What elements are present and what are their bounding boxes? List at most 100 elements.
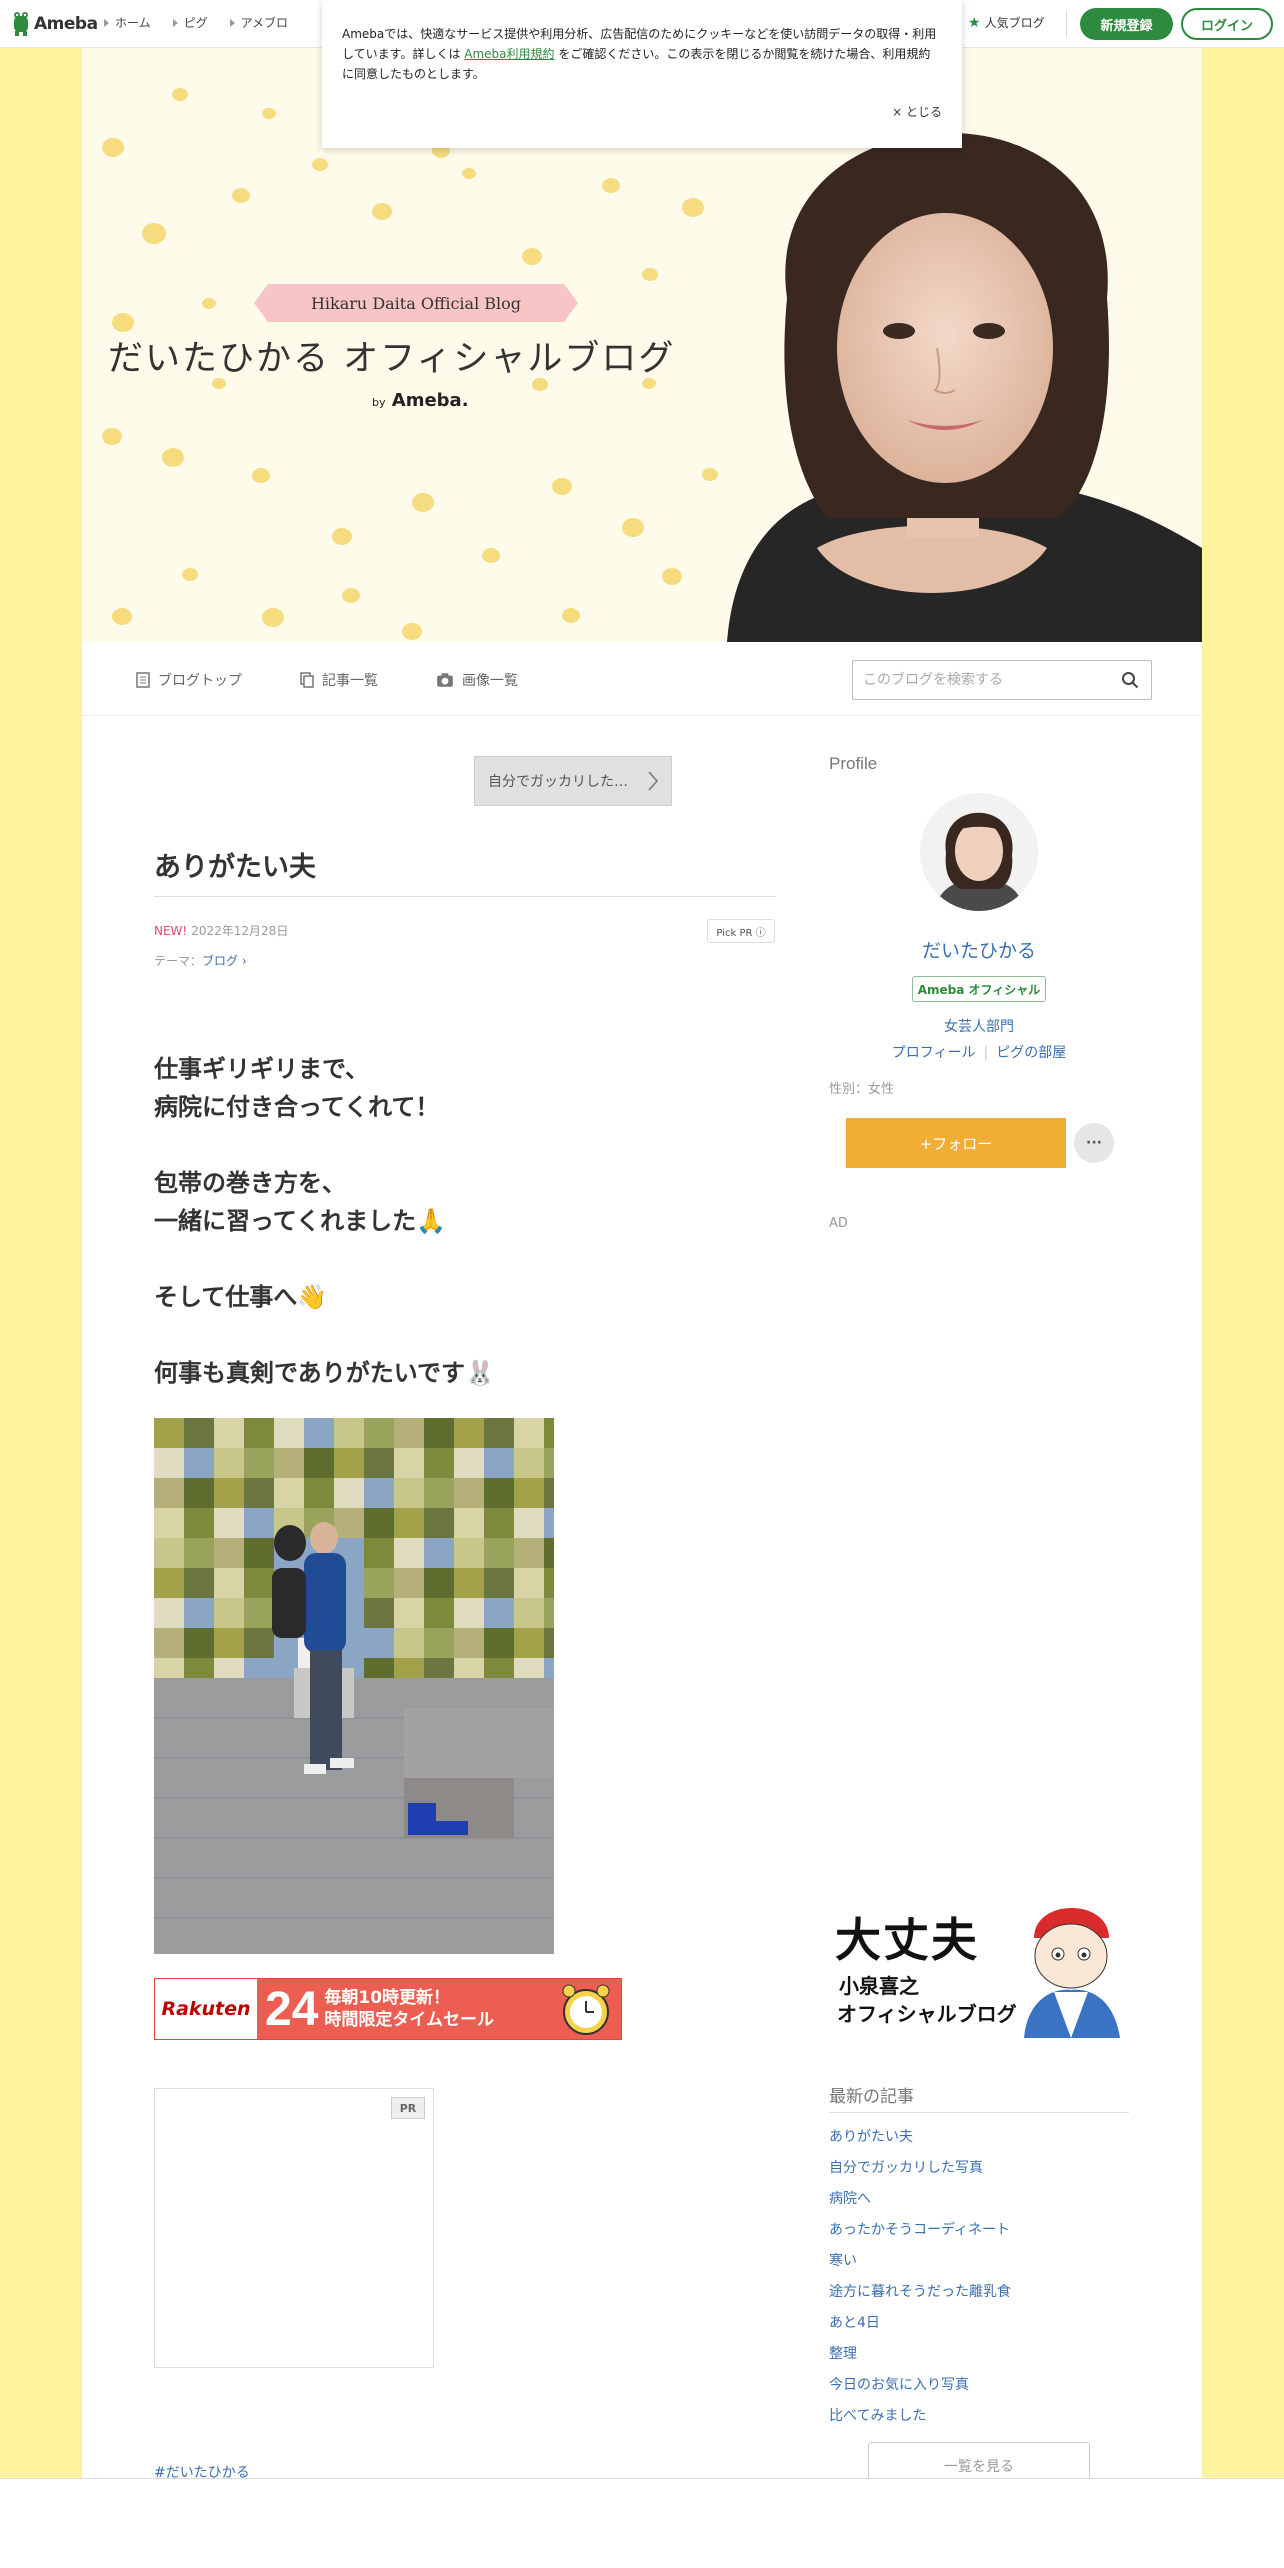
photo-mosaic-block: [304, 1418, 334, 1448]
photo-mosaic-block: [184, 1448, 214, 1478]
entry-line-gap: [154, 1126, 776, 1164]
photo-mosaic-block: [154, 1628, 184, 1658]
cookie-close-button[interactable]: × とじる: [892, 102, 942, 122]
entry-line: 病院に付き合ってくれて！: [154, 1093, 440, 1121]
pig-room-link[interactable]: ピグの部屋: [996, 1045, 1066, 1061]
photo-mosaic-block: [484, 1568, 514, 1598]
rakuten-logo: Rakuten: [155, 1979, 257, 2039]
photo-mosaic-block: [454, 1418, 484, 1448]
photo-mosaic-block: [514, 1538, 544, 1568]
recent-entry-link[interactable]: 今日のお気に入り写真: [829, 2374, 1129, 2405]
nav-ameblo[interactable]: アメブロ: [229, 14, 289, 31]
theme-link-text: ブログ: [202, 954, 239, 968]
triangle-icon: [229, 18, 235, 27]
polka-dot: [172, 88, 188, 101]
more-options-button[interactable]: ···: [1074, 1123, 1114, 1163]
follow-button[interactable]: +フォロー: [846, 1118, 1066, 1168]
polka-dot: [562, 608, 580, 623]
pr-ad-box[interactable]: PR: [154, 2088, 434, 2368]
rakuten-24: 24: [265, 1982, 319, 2036]
genre-link[interactable]: 女芸人部門: [829, 1016, 1129, 1036]
polka-dot: [402, 623, 422, 640]
ameba-logo[interactable]: Ameba: [12, 10, 98, 38]
recent-entry-link[interactable]: 病院へ: [829, 2188, 1129, 2219]
photo-mosaic-block: [274, 1448, 304, 1478]
pick-pr-button[interactable]: Pick PR ⓘ: [707, 919, 775, 943]
blog-search-input[interactable]: [863, 669, 1103, 691]
polka-dot: [462, 168, 476, 179]
popular-blog-label: 人気ブログ: [984, 16, 1045, 30]
popular-blog-link[interactable]: ★ 人気ブログ: [968, 14, 1045, 31]
official-badge: Ameba オフィシャル: [912, 976, 1046, 1002]
entry-photo[interactable]: [154, 1418, 554, 1954]
profile-link[interactable]: プロフィール: [892, 1045, 976, 1061]
rakuten-banner[interactable]: Rakuten 24 毎朝10時更新！ 時間限定タイムセール: [154, 1978, 622, 2040]
photo-mosaic-block: [244, 1418, 274, 1448]
photo-mosaic-block: [214, 1538, 244, 1568]
photo-mosaic-block: [214, 1598, 244, 1628]
banner-title: 大丈夫: [835, 1913, 979, 1967]
prev-entry-button[interactable]: 自分でガッカリした…: [474, 756, 672, 806]
terms-link[interactable]: Ameba利用規約: [464, 47, 554, 61]
photo-mosaic-block: [394, 1508, 424, 1538]
theme-link[interactable]: ブログ ›: [202, 954, 247, 968]
recent-entry-link[interactable]: ありがたい夫: [829, 2126, 1129, 2157]
photo-mosaic-block: [484, 1598, 514, 1628]
photo-mosaic-block: [484, 1628, 514, 1658]
photo-mosaic-block: [214, 1628, 244, 1658]
photo-mosaic-block: [244, 1628, 274, 1658]
recent-entry-link[interactable]: 整理: [829, 2343, 1129, 2374]
photo-mosaic-block: [544, 1448, 554, 1478]
photo-mosaic-block: [424, 1628, 454, 1658]
photo-mosaic-block: [154, 1568, 184, 1598]
nav-pigg-label: ピグ: [183, 16, 208, 30]
photo-mosaic-block: [454, 1568, 484, 1598]
new-badge: NEW!: [154, 924, 188, 938]
entry-title[interactable]: ありがたい夫: [154, 845, 316, 884]
photo-mosaic-block: [364, 1538, 394, 1568]
recent-entry-link[interactable]: 比べてみました: [829, 2405, 1129, 2436]
title-divider: [154, 896, 776, 897]
nav-home-label: ホーム: [115, 16, 151, 30]
photo-mosaic-block: [454, 1508, 484, 1538]
photo-mosaic-block: [364, 1628, 394, 1658]
polka-dot: [262, 108, 276, 119]
nav-ameblo-label: アメブロ: [240, 16, 289, 30]
polka-dot: [142, 223, 166, 244]
recent-entry-link[interactable]: あと4日: [829, 2312, 1129, 2343]
photo-mosaic-block: [214, 1478, 244, 1508]
triangle-icon: [172, 18, 178, 27]
nav-blog-top[interactable]: ブログトップ: [136, 670, 242, 690]
recent-divider: [829, 2112, 1129, 2113]
nav-image-list[interactable]: 画像一覧: [436, 670, 518, 690]
recent-entry-link[interactable]: 途方に暮れそうだった離乳食: [829, 2281, 1129, 2312]
nav-pigg[interactable]: ピグ: [172, 14, 208, 31]
nav-entry-list[interactable]: 記事一覧: [300, 670, 378, 690]
entry-line-gap: [154, 1316, 776, 1354]
header-divider: [1066, 10, 1067, 38]
koizumi-blog-banner[interactable]: 大丈夫 小泉喜之 オフィシャルブログ: [829, 1888, 1129, 2038]
signup-button[interactable]: 新規登録: [1080, 8, 1173, 40]
recent-entry-link[interactable]: あったかそうコーディネート: [829, 2219, 1129, 2250]
prev-entry-label: 自分でガッカリした…: [488, 774, 628, 790]
copy-icon: [300, 672, 314, 688]
photo-mosaic-block: [214, 1448, 244, 1478]
polka-dot: [102, 428, 122, 445]
photo-mosaic-block: [274, 1478, 304, 1508]
nav-home[interactable]: ホーム: [104, 14, 151, 31]
profile-name[interactable]: だいたひかる: [829, 936, 1129, 963]
photo-mosaic-block: [394, 1538, 424, 1568]
photo-mosaic-block: [154, 1598, 184, 1628]
polka-dot: [372, 203, 392, 220]
profile-links: プロフィール | ピグの部屋: [829, 1042, 1129, 1062]
avatar[interactable]: [920, 793, 1038, 911]
rakuten-line2: 時間限定タイムセール: [324, 2010, 495, 2030]
search-icon[interactable]: [1121, 671, 1139, 689]
photo-mosaic-block: [484, 1448, 514, 1478]
entry-date: NEW! 2022年12月28日: [154, 922, 288, 939]
recent-entry-link[interactable]: 自分でガッカリした写真: [829, 2157, 1129, 2188]
recent-entry-link[interactable]: 寒い: [829, 2250, 1129, 2281]
photo-mosaic-block: [214, 1508, 244, 1538]
by-ameba: by Ameba.: [372, 390, 469, 411]
login-button[interactable]: ログイン: [1181, 8, 1273, 40]
